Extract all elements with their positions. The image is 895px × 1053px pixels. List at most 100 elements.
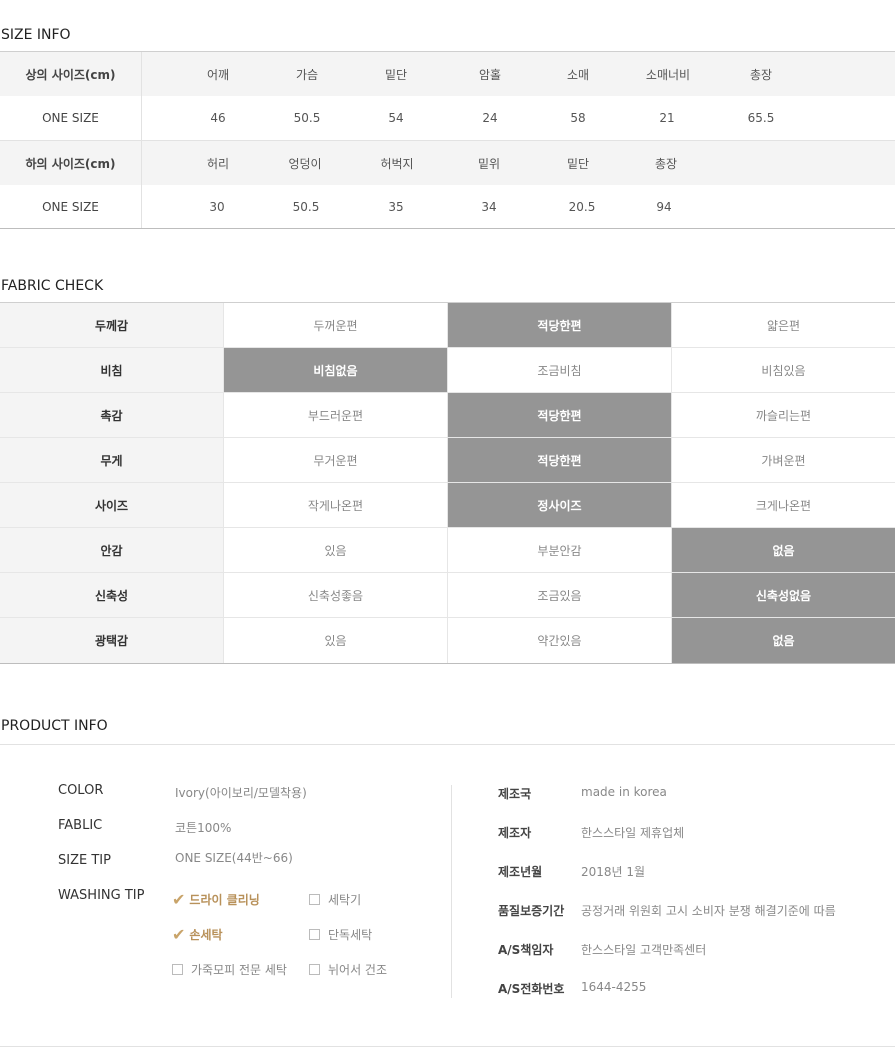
washing-option-label: 뉘어서 건조 xyxy=(328,963,388,977)
fabric-option: 얇은편 xyxy=(766,318,801,333)
fabric-check-title: FABRIC CHECK xyxy=(1,278,104,294)
bottom-size-value-row: ONE SIZE 30 50.5 35 34 20.5 94 xyxy=(0,185,895,229)
top-header-cell: 가슴 xyxy=(295,67,319,82)
top-header-cell: 어깨 xyxy=(206,67,230,82)
size-info-title: SIZE INFO xyxy=(1,27,71,43)
fabric-row-label: 비침 xyxy=(0,348,224,392)
bottom-value-cell: 20.5 xyxy=(568,200,596,214)
fabric-row: 광택감 있음 약간있음 없음 xyxy=(0,618,895,663)
bottom-header-cell: 허벅지 xyxy=(380,156,414,171)
washing-option: 가죽모피 전문 세탁 xyxy=(172,961,287,978)
bottom-header-cell: 엉덩이 xyxy=(288,156,322,171)
fabric-option-selected: 적당한편 xyxy=(448,438,672,482)
detail-label: 제조자 xyxy=(498,826,532,840)
fabric-option-selected: 신축성없음 xyxy=(672,573,895,617)
detail-label: 제조국 xyxy=(498,787,532,801)
divider xyxy=(0,744,895,745)
fabric-option: 까슬리는편 xyxy=(755,408,812,423)
top-value-cell: 46 xyxy=(210,111,226,125)
fabric-option-selected: 정사이즈 xyxy=(448,483,672,527)
checkbox-icon xyxy=(309,929,320,940)
fabric-option: 신축성좋음 xyxy=(224,573,448,617)
fabric-option: 가벼운편 xyxy=(761,453,806,468)
fabric-option: 작게나온편 xyxy=(224,483,448,527)
size-tip-value: ONE SIZE(44반~66) xyxy=(175,851,293,865)
detail-value: 한스스타일 제휴업체 xyxy=(581,826,685,840)
top-header-cell: 총장 xyxy=(749,67,773,82)
washing-option: 세탁기 xyxy=(309,891,361,908)
checkmark-icon: ✔ xyxy=(172,889,186,909)
fabric-row-label: 두께감 xyxy=(0,303,224,347)
bottom-value-cell: 50.5 xyxy=(292,200,320,214)
washing-option: ✔ 드라이 클리닝 xyxy=(172,891,260,908)
fabric-option: 부분안감 xyxy=(448,528,672,572)
detail-label: 품질보증기간 xyxy=(498,904,565,918)
fabric-row-label: 사이즈 xyxy=(0,483,224,527)
top-value-cell: 50.5 xyxy=(293,111,321,125)
bottom-header-cell: 밑단 xyxy=(566,156,590,171)
washing-option-label: 단독세탁 xyxy=(328,928,373,942)
bottom-row-label: ONE SIZE xyxy=(0,185,142,229)
top-row-label: ONE SIZE xyxy=(0,96,142,140)
fabric-row-label: 촉감 xyxy=(0,393,224,437)
product-info-title: PRODUCT INFO xyxy=(1,718,108,734)
fabric-check-table: 두께감 두꺼운편 적당한편 얇은편 비침 비침없음 조금비침 비침있음 촉감 부드러운편 적당한편 까… xyxy=(0,302,895,664)
fabric-row-label: 무게 xyxy=(0,438,224,482)
top-size-value-row: ONE SIZE 46 50.5 54 24 58 21 65.5 xyxy=(0,96,895,140)
fablic-value: 코튼100% xyxy=(175,821,232,835)
fabric-row: 비침 비침없음 조금비침 비침있음 xyxy=(0,348,895,393)
bottom-header-cell: 밑위 xyxy=(477,156,501,171)
washing-option-label: 가죽모피 전문 세탁 xyxy=(191,963,287,977)
washing-option-label: 세탁기 xyxy=(328,893,362,907)
fabric-option: 두꺼운편 xyxy=(224,303,448,347)
detail-value: made in korea xyxy=(581,785,667,799)
bottom-size-header-row: 하의 사이즈(cm) 허리 엉덩이 허벅지 밑위 밑단 총장 xyxy=(0,141,895,185)
fabric-option-selected: 적당한편 xyxy=(448,393,672,437)
top-header-cell: 소매 xyxy=(566,67,590,82)
fabric-row: 안감 있음 부분안감 없음 xyxy=(0,528,895,573)
fabric-option: 있음 xyxy=(224,528,448,572)
bottom-header-cell: 총장 xyxy=(654,156,678,171)
detail-value: 1644-4255 xyxy=(581,980,647,994)
top-value-cell: 54 xyxy=(388,111,404,125)
top-value-cell: 21 xyxy=(659,111,675,125)
bottom-value-cell: 30 xyxy=(209,200,225,214)
bottom-value-cell: 94 xyxy=(656,200,672,214)
top-header-cell: 암홀 xyxy=(478,67,502,82)
detail-label: A/S책임자 xyxy=(498,943,554,957)
fabric-option: 있음 xyxy=(224,618,448,663)
fabric-option: 조금있음 xyxy=(448,573,672,617)
top-size-header-row: 상의 사이즈(cm) 어깨 가슴 밑단 암홀 소매 소매너비 총장 xyxy=(0,52,895,96)
fabric-row-label: 광택감 xyxy=(0,618,224,663)
washing-option-label: 손세탁 xyxy=(189,928,223,942)
bottom-header-cell: 허리 xyxy=(206,156,230,171)
fabric-row-label: 안감 xyxy=(0,528,224,572)
checkbox-icon xyxy=(172,964,183,975)
fabric-option: 부드러운편 xyxy=(224,393,448,437)
detail-label: A/S전화번호 xyxy=(498,982,565,996)
fabric-option: 무거운편 xyxy=(224,438,448,482)
top-value-cell: 58 xyxy=(570,111,586,125)
fabric-row: 촉감 부드러운편 적당한편 까슬리는편 xyxy=(0,393,895,438)
top-value-cell: 65.5 xyxy=(747,111,775,125)
top-value-cell: 24 xyxy=(482,111,498,125)
fabric-option-selected: 적당한편 xyxy=(448,303,672,347)
checkbox-icon xyxy=(309,964,320,975)
fabric-row: 무게 무거운편 적당한편 가벼운편 xyxy=(0,438,895,483)
detail-value: 공정거래 위원회 고시 소비자 분쟁 해결기준에 따름 xyxy=(581,904,836,918)
washing-tip-label: WASHING TIP xyxy=(58,888,145,903)
washing-option: 단독세탁 xyxy=(309,926,372,943)
top-size-label: 상의 사이즈(cm) xyxy=(0,52,142,96)
vertical-divider xyxy=(451,785,452,998)
fabric-option: 조금비침 xyxy=(448,348,672,392)
washing-option-label: 드라이 클리닝 xyxy=(189,893,260,907)
detail-value: 한스스타일 고객만족센터 xyxy=(581,943,707,957)
fabric-option: 크게나온편 xyxy=(755,498,812,513)
fabric-row: 두께감 두꺼운편 적당한편 얇은편 xyxy=(0,303,895,348)
fabric-option-selected: 없음 xyxy=(672,618,895,663)
fabric-row: 신축성 신축성좋음 조금있음 신축성없음 xyxy=(0,573,895,618)
fabric-option-selected: 없음 xyxy=(672,528,895,572)
top-header-cell: 소매너비 xyxy=(645,67,691,82)
divider xyxy=(0,1046,895,1047)
color-label: COLOR xyxy=(58,783,104,798)
